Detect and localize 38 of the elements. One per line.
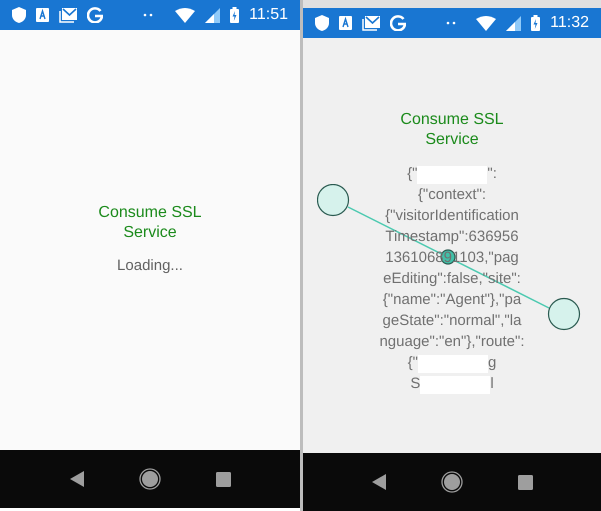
response-text: {"context": — [418, 185, 486, 206]
battery-icon — [531, 15, 540, 31]
signal-icon — [506, 16, 522, 30]
loading-text: Loading... — [117, 256, 183, 276]
page-title: Consume SSL Service — [97, 202, 203, 243]
home-icon[interactable] — [138, 468, 160, 490]
shield-icon — [315, 15, 329, 31]
recents-icon[interactable] — [216, 472, 230, 486]
g-letter-icon — [390, 15, 406, 31]
clock-time: 11:32 — [550, 13, 589, 33]
response-text: ": — [487, 164, 497, 184]
response-text: {"visitorIdentification — [385, 206, 519, 226]
response-text: geState":"normal","la — [382, 311, 522, 332]
mail-icon — [362, 16, 380, 30]
text-box-icon — [36, 8, 49, 22]
battery-icon — [230, 7, 240, 23]
response-text: {" — [407, 164, 418, 184]
more-dots-icon — [143, 13, 153, 17]
mail-icon — [59, 8, 77, 22]
more-dots-icon — [446, 21, 456, 25]
wifi-icon — [175, 8, 196, 22]
text-box-icon — [339, 16, 352, 30]
response-text: l — [490, 374, 494, 394]
signal-icon — [205, 8, 220, 22]
response-text: {" — [408, 353, 418, 374]
clock-time: 11:51 — [249, 5, 288, 25]
back-icon[interactable] — [372, 474, 386, 490]
response-text: g — [488, 353, 496, 374]
back-icon[interactable] — [70, 471, 84, 487]
response-text: S — [410, 374, 420, 394]
page-title: Consume SSL Service — [399, 110, 505, 150]
response-text: {"name":"Agent"},"pa — [382, 290, 522, 310]
recents-icon[interactable] — [518, 474, 532, 490]
home-icon[interactable] — [440, 471, 462, 493]
response-text: nguage":"en"},"route": — [379, 332, 525, 352]
g-letter-icon — [87, 7, 103, 23]
shield-icon — [12, 7, 26, 23]
wifi-icon — [476, 16, 496, 30]
